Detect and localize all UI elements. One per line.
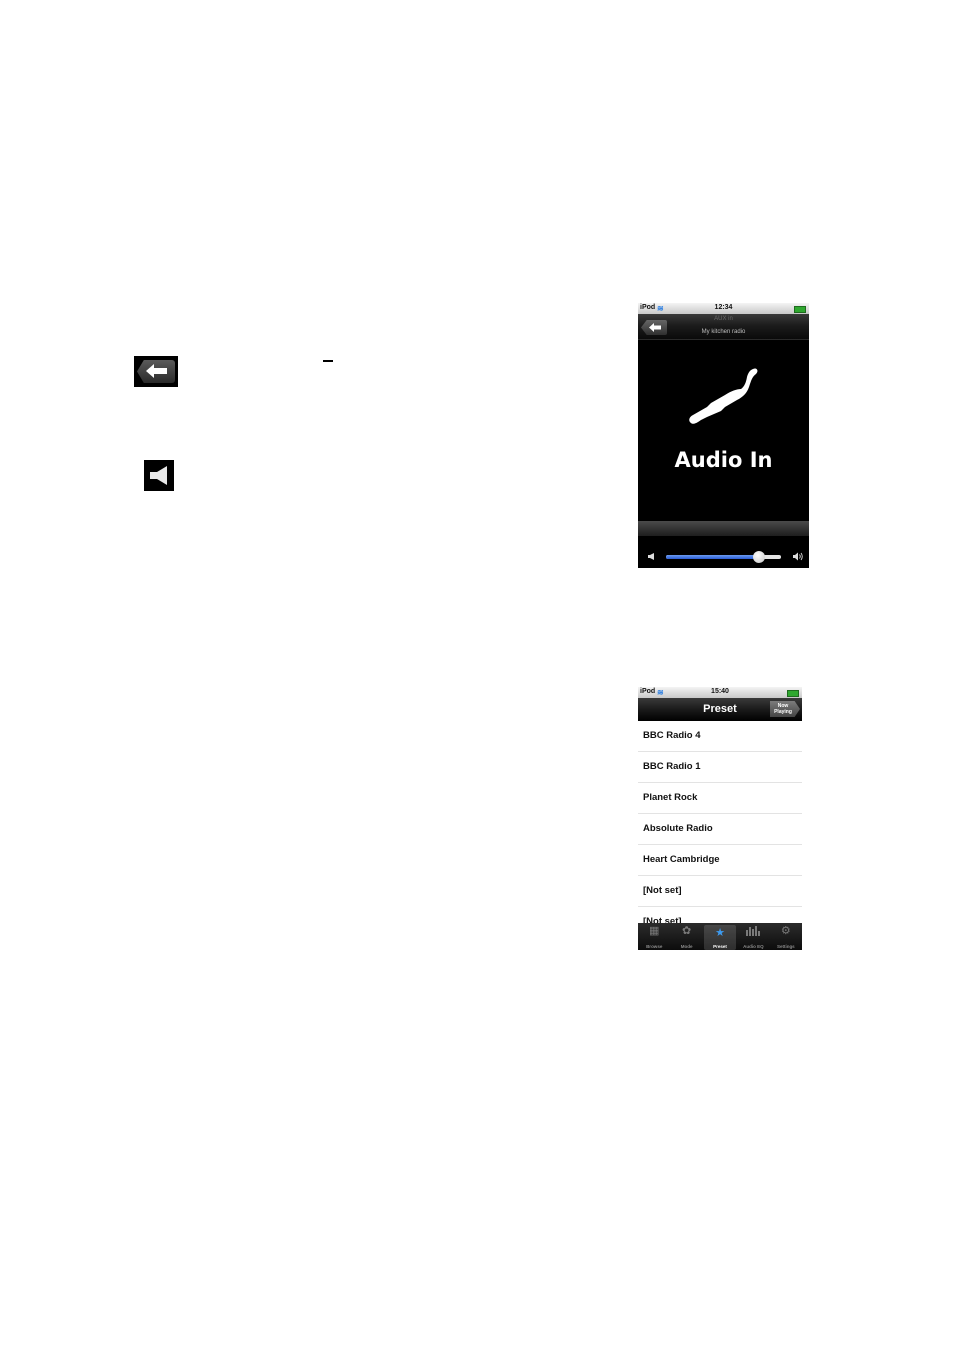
equalizer-icon [737, 926, 769, 939]
toolbar-divider [638, 521, 809, 536]
audio-in-screen: iPod ≋ 12:34 AUX in My kitchen radio Aud… [638, 303, 809, 568]
battery-icon [787, 690, 799, 697]
tab-browse[interactable]: ▦ Browse [638, 923, 670, 950]
tab-label: Mode [680, 944, 693, 949]
preset-item[interactable]: BBC Radio 4 [638, 721, 802, 752]
volume-slider-thumb[interactable] [753, 551, 766, 563]
tab-label: Browse [646, 944, 663, 949]
browse-icon: ▦ [649, 925, 660, 937]
clock: 12:34 [714, 304, 733, 311]
back-icon [134, 356, 178, 387]
volume-low-icon [648, 553, 654, 560]
tab-preset[interactable]: ★ Preset [703, 925, 737, 950]
volume-high-icon [793, 552, 803, 561]
status-bar: iPod ≋ 12:34 [638, 303, 809, 314]
preset-list: BBC Radio 4 BBC Radio 1 Planet Rock Abso… [638, 721, 802, 938]
preset-screen: iPod ≋ 15:40 Preset Now Playing BBC Radi… [638, 687, 802, 950]
volume-slider-fill [666, 555, 760, 559]
tab-label: Settings [776, 944, 795, 949]
tab-label: Audio EQ [743, 944, 764, 949]
clock: 15:40 [711, 688, 729, 695]
tab-bar: ▦ Browse ✿ Mode ★ Preset Audio EQ ⚙ Sett… [638, 923, 802, 950]
now-playing-label-line2: Playing [774, 709, 792, 715]
tab-audio-eq[interactable]: Audio EQ [737, 923, 769, 950]
source-subtitle: AUX in [714, 316, 733, 322]
mode-icon: ✿ [682, 925, 692, 937]
preset-item[interactable]: Absolute Radio [638, 814, 802, 845]
star-icon: ★ [715, 927, 725, 939]
now-playing-button[interactable]: Now Playing [770, 701, 800, 717]
preset-item[interactable]: Heart Cambridge [638, 845, 802, 876]
tab-mode[interactable]: ✿ Mode [670, 923, 702, 950]
status-bar: iPod ≋ 15:40 [638, 687, 802, 698]
speaker-icon [144, 460, 174, 491]
preset-item[interactable]: BBC Radio 1 [638, 752, 802, 783]
tab-label: Preset [713, 944, 727, 949]
screen-title: Audio In [674, 448, 773, 472]
preset-item[interactable]: Planet Rock [638, 783, 802, 814]
preset-item[interactable]: [Not set] [638, 876, 802, 907]
audio-jack-icon [689, 368, 758, 424]
device-name: My kitchen radio [701, 329, 746, 335]
nav-bar: AUX in My kitchen radio [638, 314, 809, 340]
divider-mark [323, 360, 333, 362]
battery-icon [794, 306, 806, 313]
tab-settings[interactable]: ⚙ Settings [770, 923, 802, 950]
volume-slider[interactable] [666, 551, 781, 563]
nav-bar: Preset Now Playing [638, 698, 802, 721]
gear-icon: ⚙ [780, 925, 791, 937]
